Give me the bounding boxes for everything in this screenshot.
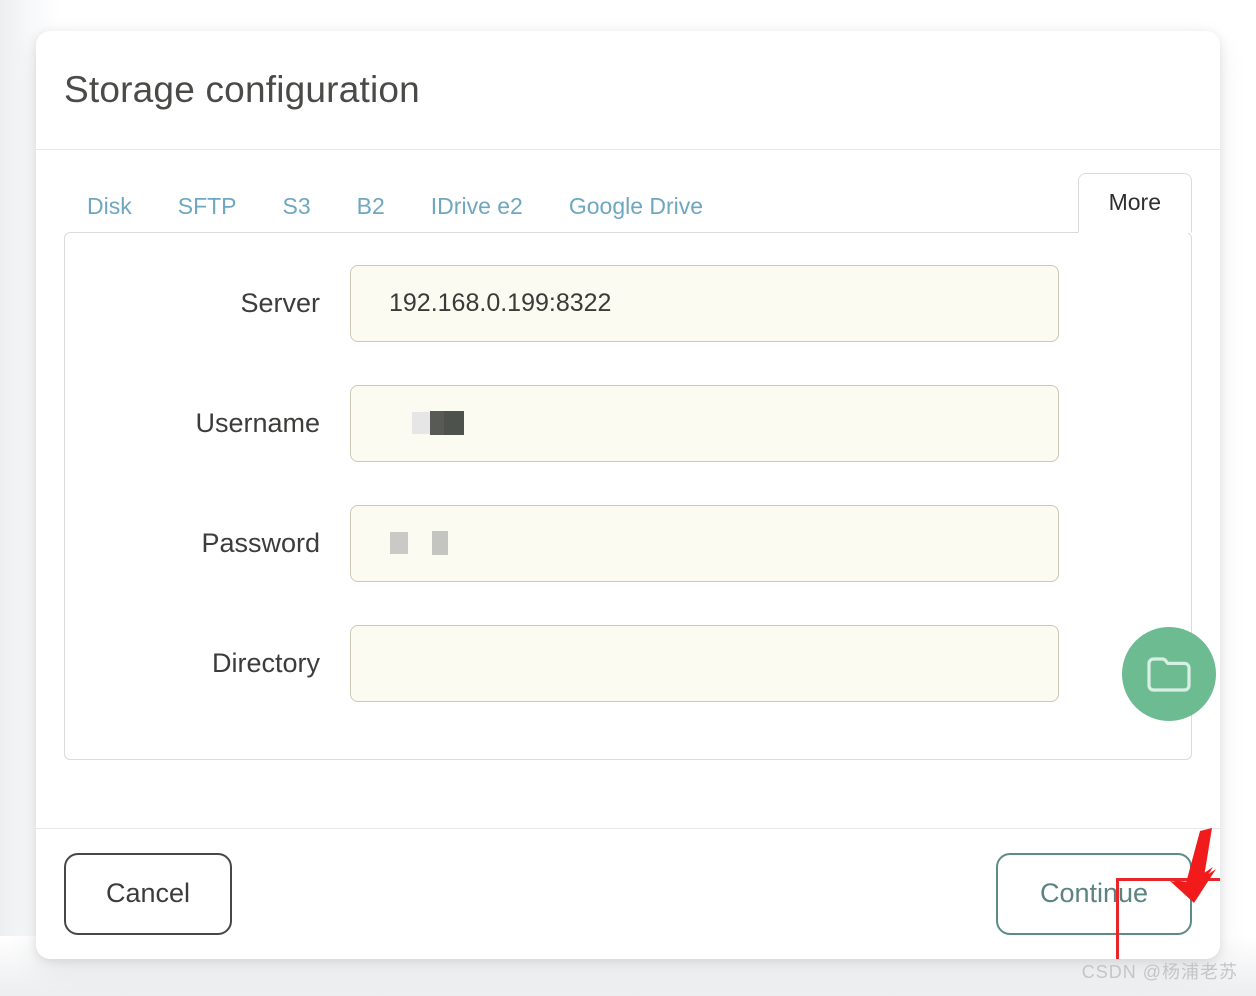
label-directory: Directory [65,648,350,679]
page-title: Storage configuration [64,69,420,111]
password-input[interactable] [350,505,1059,582]
label-username: Username [65,408,350,439]
field-wrap-username [350,385,1059,462]
cancel-button[interactable]: Cancel [64,853,232,935]
field-wrap-server [350,265,1059,342]
dialog-footer: Cancel Continue [36,828,1220,958]
storage-provider-tabs: Disk SFTP S3 B2 IDrive e2 Google Drive M… [64,150,1192,232]
folder-icon [1146,654,1192,694]
tab-s3[interactable]: S3 [260,184,334,232]
tab-sftp[interactable]: SFTP [155,184,260,232]
form-row-username: Username [65,363,1191,483]
field-wrap-password [350,505,1059,582]
tab-panel-more: Server Username Password [64,232,1192,760]
browse-directory-button[interactable] [1122,627,1216,721]
field-wrap-directory [350,625,1059,702]
tab-idrive-e2[interactable]: IDrive e2 [408,184,546,232]
tab-google-drive[interactable]: Google Drive [546,184,726,232]
tab-disk[interactable]: Disk [64,184,155,232]
server-input[interactable] [350,265,1059,342]
form-row-server: Server [65,243,1191,363]
tab-more[interactable]: More [1078,173,1192,233]
watermark: CSDN @杨浦老苏 [1082,958,1238,984]
label-password: Password [65,528,350,559]
dialog-header: Storage configuration [36,31,1220,150]
tab-b2[interactable]: B2 [334,184,408,232]
label-server: Server [65,288,350,319]
form-row-password: Password [65,483,1191,603]
directory-input[interactable] [350,625,1059,702]
storage-configuration-dialog: Storage configuration Disk SFTP S3 B2 ID… [36,31,1220,959]
continue-button[interactable]: Continue [996,853,1192,935]
tabs-spacer [726,207,1078,232]
dialog-body: Disk SFTP S3 B2 IDrive e2 Google Drive M… [36,150,1220,828]
username-input[interactable] [350,385,1059,462]
form-row-directory: Directory [65,603,1191,723]
